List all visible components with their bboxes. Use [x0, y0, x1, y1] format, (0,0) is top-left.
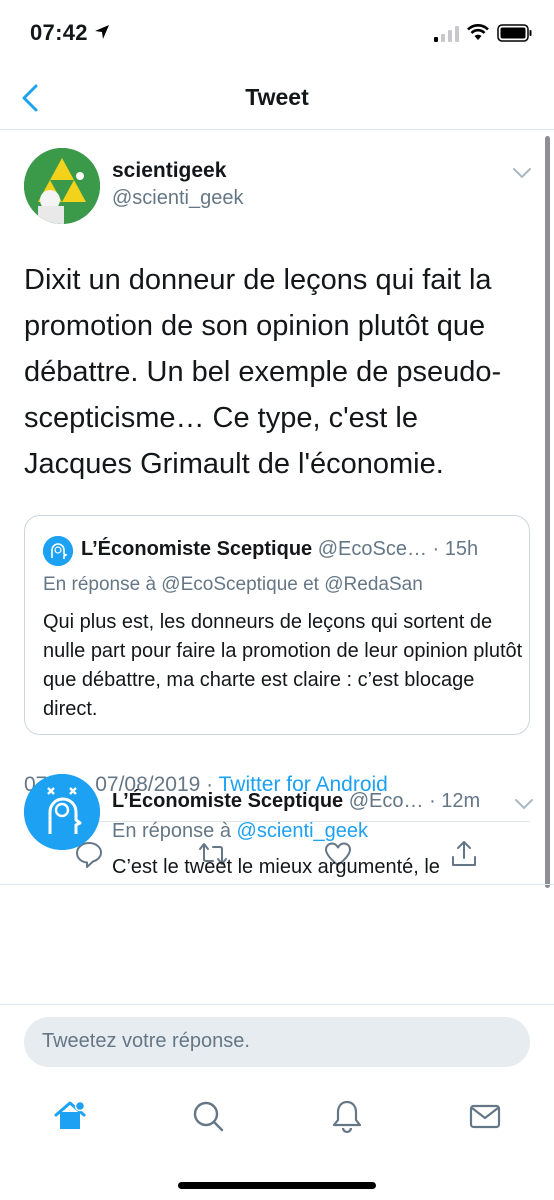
- quoted-reply-context: En réponse à @EcoSceptique et @RedaSan: [43, 574, 423, 595]
- reply-time: · 12m: [429, 790, 481, 812]
- quoted-header: L’Économiste Sceptique @EcoSce… · 15h: [81, 538, 478, 561]
- reply-input-placeholder: Tweetez votre réponse.: [42, 1030, 250, 1052]
- compose-area: Tweetez votre réponse.: [0, 1004, 554, 1080]
- quoted-handle: @EcoSce…: [317, 538, 427, 560]
- reply-text: C’est le tweet le mieux argumenté, le: [112, 856, 440, 878]
- reply-handle[interactable]: @Eco…: [349, 790, 424, 812]
- quoted-display-name: L’Économiste Sceptique: [81, 538, 313, 560]
- page-title: Tweet: [245, 84, 309, 110]
- search-icon[interactable]: [190, 1098, 226, 1134]
- avatar-image: [24, 148, 100, 224]
- bell-icon[interactable]: [329, 1098, 365, 1134]
- battery-icon: [497, 24, 532, 42]
- home-icon[interactable]: [52, 1098, 88, 1134]
- navigation-bar: Tweet: [0, 66, 554, 130]
- reply-input[interactable]: Tweetez votre réponse.: [24, 1017, 530, 1067]
- reply-context: En réponse à @scienti_geek: [112, 820, 368, 843]
- mention-link[interactable]: @scienti_geek: [237, 820, 368, 842]
- mail-icon[interactable]: [467, 1098, 503, 1134]
- status-bar: 07:42: [0, 0, 554, 66]
- avatar[interactable]: [24, 774, 100, 850]
- cellular-signal-icon: [434, 26, 459, 42]
- brain-head-icon: [24, 774, 100, 850]
- location-arrow-icon: [95, 25, 109, 39]
- avatar[interactable]: [24, 148, 100, 224]
- home-indicator[interactable]: [178, 1182, 376, 1189]
- brain-head-icon: [43, 536, 73, 566]
- wifi-icon: [467, 24, 489, 40]
- quoted-text: Qui plus est, les donneurs de leçons qui…: [43, 611, 523, 720]
- reply-header: L’Économiste Sceptique @Eco… · 12m: [112, 790, 480, 813]
- quoted-tweet[interactable]: L’Économiste Sceptique @EcoSce… · 15h En…: [24, 515, 530, 735]
- chevron-down-icon[interactable]: [512, 167, 532, 179]
- reply-tweet[interactable]: L’Économiste Sceptique @Eco… · 12m En ré…: [0, 754, 554, 1004]
- user-handle[interactable]: @scienti_geek: [112, 187, 243, 210]
- tweet-text: Dixit un donneur de leçons qui fait la p…: [24, 264, 502, 480]
- tab-bar: [0, 1080, 554, 1200]
- quoted-time: · 15h: [432, 538, 479, 560]
- quoted-avatar: [43, 536, 73, 566]
- status-time: 07:42: [30, 20, 88, 45]
- reply-context-prefix: En réponse à: [112, 820, 237, 842]
- chevron-down-icon[interactable]: [514, 798, 534, 810]
- display-name[interactable]: scientigeek: [112, 159, 226, 183]
- reply-display-name[interactable]: L’Économiste Sceptique: [112, 790, 343, 812]
